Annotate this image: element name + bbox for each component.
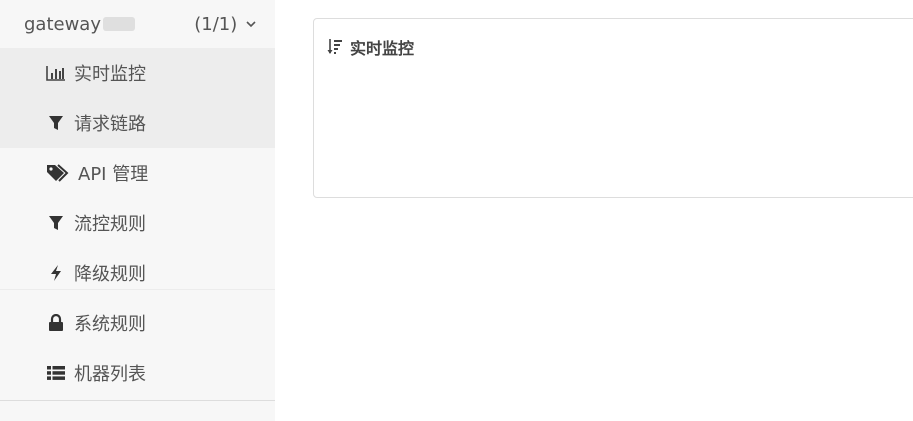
sidebar-divider (0, 289, 275, 290)
sidebar-item-label: 流控规则 (74, 214, 146, 235)
panel-title-text: 实时监控 (350, 39, 415, 58)
main-content: 实时监控 (275, 0, 913, 421)
list-icon (46, 363, 66, 383)
sidebar-item-request-chain[interactable]: 请求链路 (0, 98, 275, 148)
panel-title: 实时监控 (327, 35, 414, 59)
bolt-icon (46, 263, 66, 283)
app-machine-count: (1/1) (194, 14, 257, 35)
redacted-app-suffix (103, 17, 135, 31)
sort-amount-desc-icon[interactable] (327, 38, 343, 56)
app-header[interactable]: gateway (1/1) (0, 0, 275, 48)
tags-icon (46, 163, 70, 183)
sidebar-item-label: 机器列表 (74, 364, 146, 385)
sidebar-item-label: 请求链路 (74, 114, 146, 135)
lock-icon (46, 313, 66, 333)
sidebar-item-realtime-monitoring[interactable]: 实时监控 (0, 48, 275, 98)
sidebar-item-degrade-rules[interactable]: 降级规则 (0, 248, 275, 298)
filter-icon (46, 213, 66, 233)
chevron-down-icon[interactable] (245, 18, 257, 30)
bar-chart-icon (46, 63, 66, 83)
sidebar-item-api-management[interactable]: API 管理 (0, 148, 275, 198)
app-name: gateway (24, 14, 135, 35)
app-name-text: gateway (24, 13, 101, 35)
sidebar-item-label: 降级规则 (74, 264, 146, 285)
app-count-text: (1/1) (194, 13, 238, 35)
sidebar: gateway (1/1) 实时监控 请求链路 API 管理 流控规则 降级规则… (0, 0, 275, 421)
filter-icon (46, 113, 66, 133)
monitoring-panel: 实时监控 (313, 18, 913, 198)
sidebar-item-label: 系统规则 (74, 314, 146, 335)
sidebar-item-flow-rules[interactable]: 流控规则 (0, 198, 275, 248)
sidebar-item-label: API 管理 (78, 164, 149, 185)
sidebar-menu: 实时监控 请求链路 API 管理 流控规则 降级规则 系统规则 机器列表 (0, 48, 275, 398)
sidebar-bottom-divider (0, 400, 275, 401)
sidebar-item-machine-list[interactable]: 机器列表 (0, 348, 275, 398)
sidebar-item-system-rules[interactable]: 系统规则 (0, 298, 275, 348)
sidebar-item-label: 实时监控 (74, 64, 146, 85)
